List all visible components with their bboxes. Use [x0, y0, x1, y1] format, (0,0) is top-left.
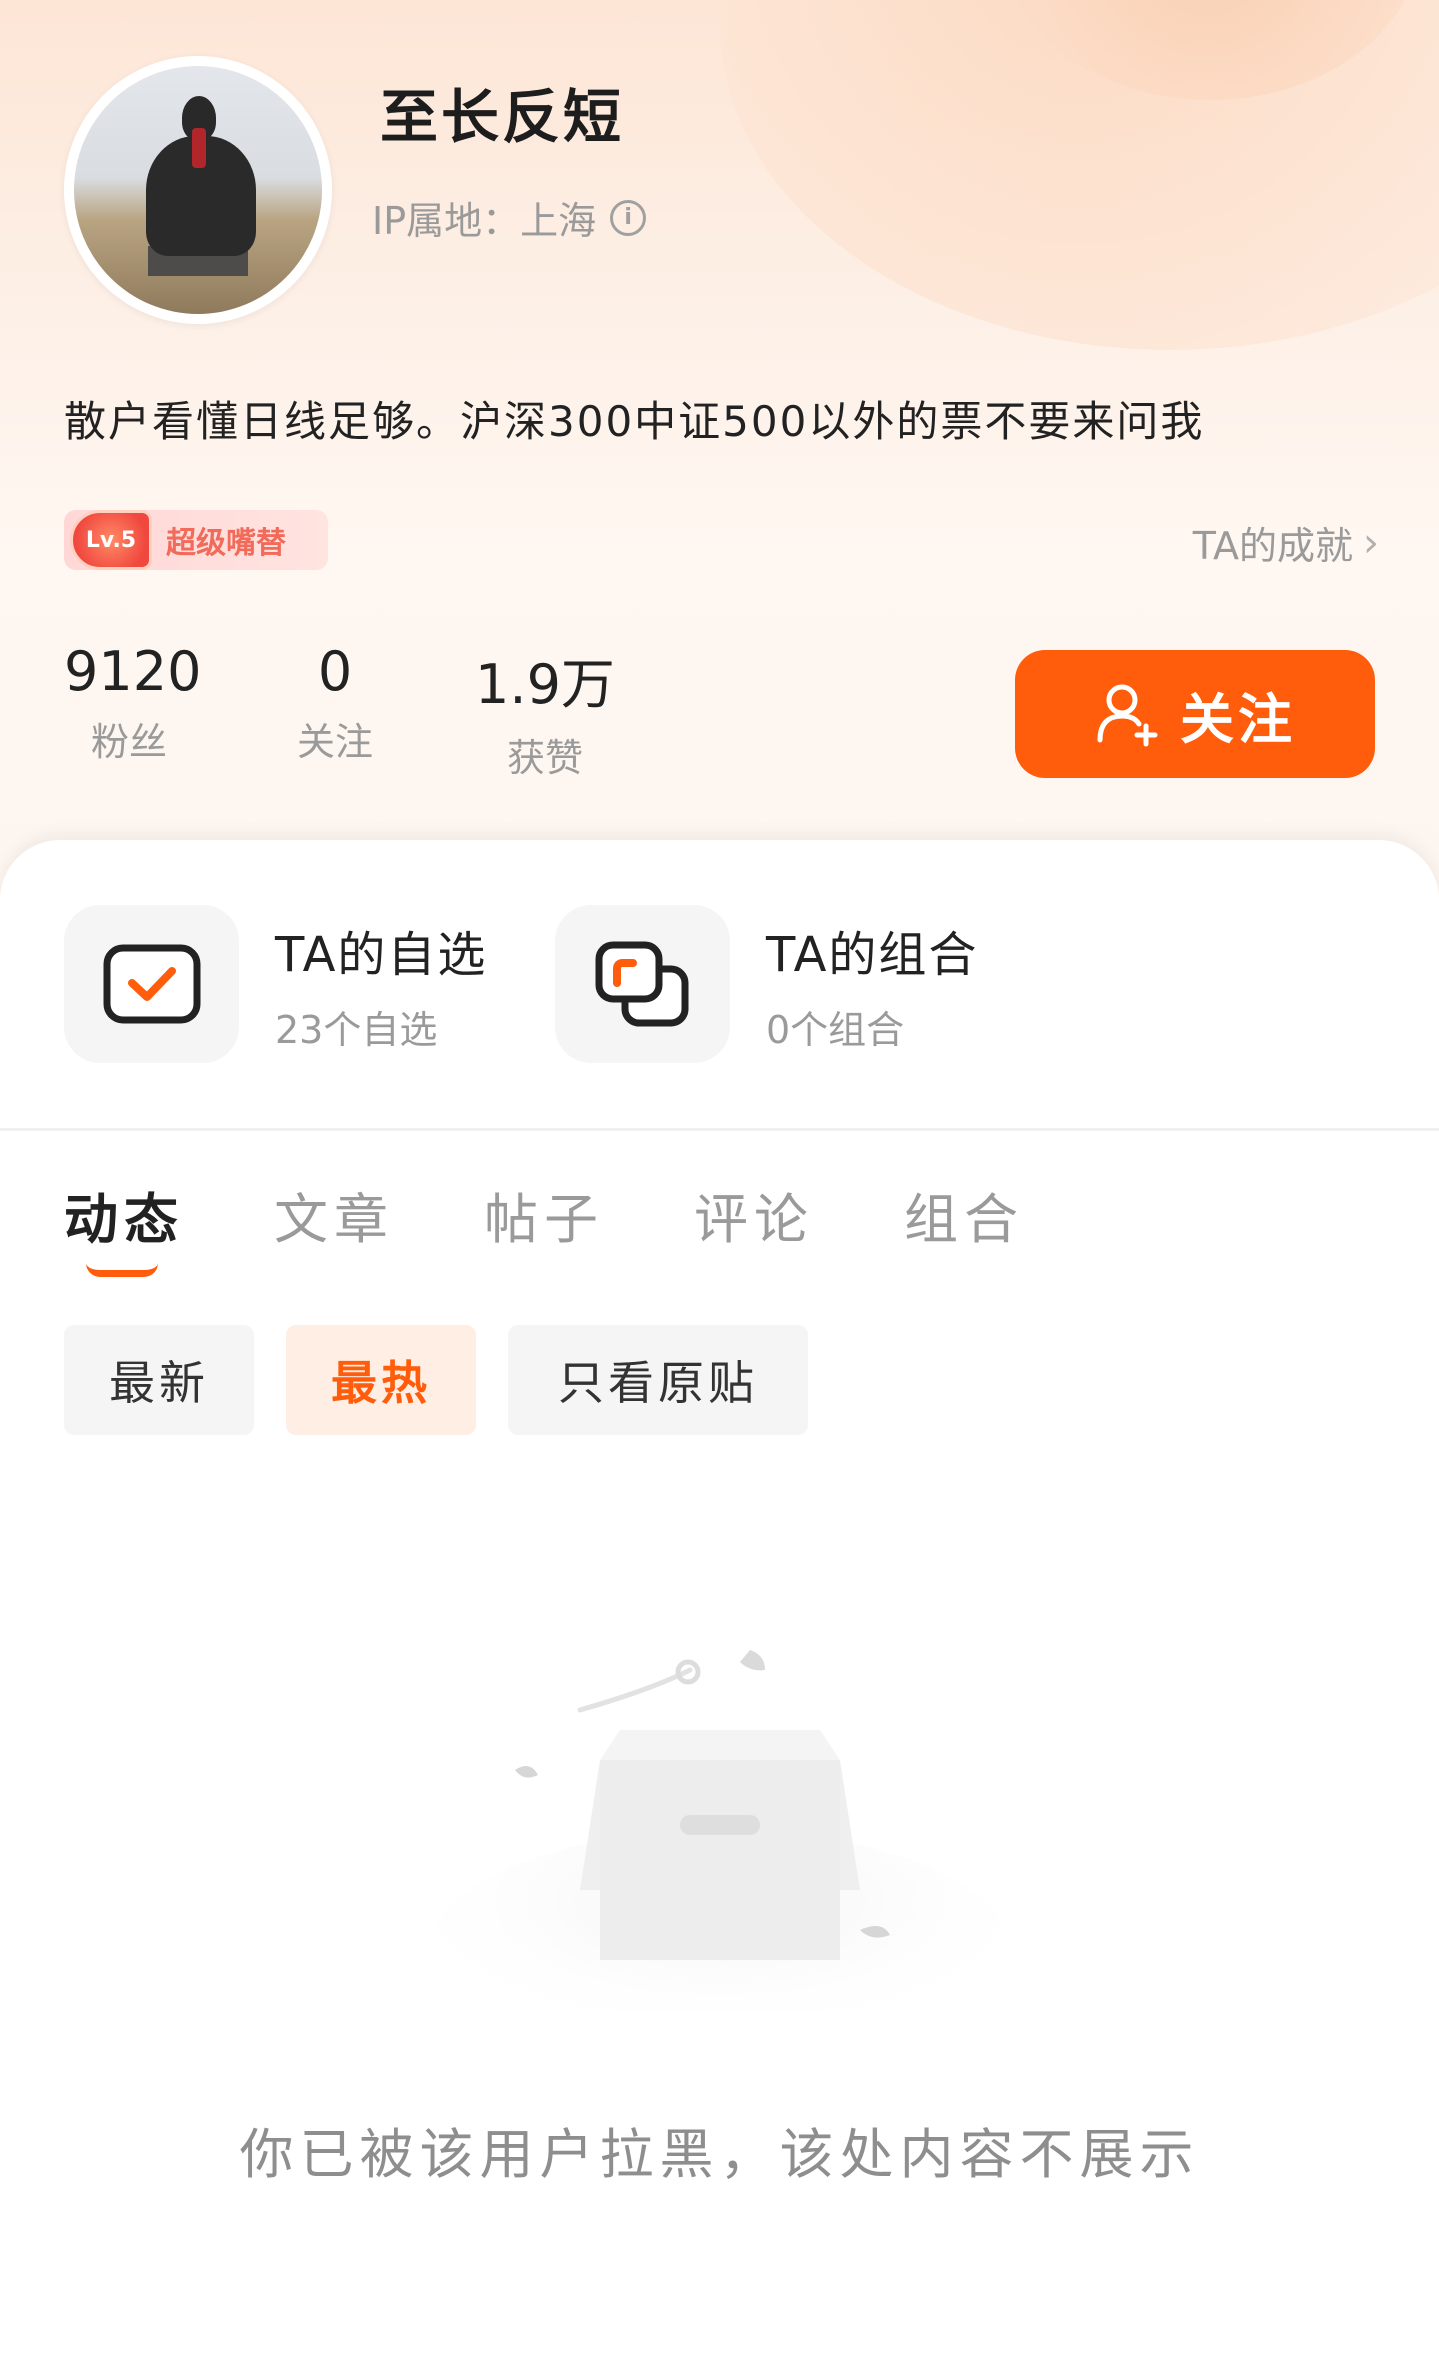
- empty-box-icon: [430, 1650, 1010, 2010]
- divider: [0, 1128, 1439, 1131]
- watchlist-count: 23个自选: [275, 1007, 438, 1052]
- chevron-right-icon: ›: [1363, 519, 1379, 566]
- portfolio-count: 0个组合: [766, 1007, 905, 1052]
- portfolio-icon: [555, 905, 730, 1063]
- follow-label: 关注: [1180, 689, 1296, 750]
- filter-latest[interactable]: 最新: [64, 1325, 254, 1435]
- level-icon: Lv.5: [70, 510, 152, 570]
- tab-comments[interactable]: 评论: [694, 1175, 814, 1254]
- empty-message: 你已被该用户拉黑，该处内容不展示: [239, 2123, 1200, 2186]
- stat-value: 9120: [64, 640, 202, 703]
- ip-location-row: IP属地：上海 i: [372, 190, 647, 245]
- ip-location: IP属地：上海: [372, 199, 597, 243]
- sort-filters: 最新 最热 只看原贴: [64, 1325, 808, 1435]
- achievement-link[interactable]: TA的成就 ›: [1193, 515, 1379, 570]
- add-user-icon: [1097, 684, 1158, 747]
- achievement-label: TA的成就: [1192, 524, 1353, 568]
- active-tab-indicator: [86, 1263, 158, 1277]
- watchlist-link[interactable]: TA的自选 23个自选: [64, 905, 487, 1063]
- level-badge[interactable]: Lv.5 超级嘴替: [64, 510, 328, 570]
- tab-label: 组合: [904, 1188, 1024, 1251]
- avatar-image: [74, 66, 322, 314]
- tab-articles[interactable]: 文章: [274, 1175, 394, 1254]
- avatar[interactable]: [64, 56, 332, 324]
- stat-label: 获赞: [506, 736, 583, 780]
- stat-followers[interactable]: 9120 粉丝: [64, 640, 202, 766]
- tab-dynamics[interactable]: 动态: [64, 1175, 184, 1277]
- filter-hottest[interactable]: 最热: [286, 1325, 476, 1435]
- follow-button[interactable]: 关注: [1015, 650, 1375, 778]
- tab-label: 评论: [694, 1188, 814, 1251]
- stat-value: 1.9万: [475, 653, 615, 716]
- info-icon[interactable]: i: [610, 199, 647, 236]
- stat-likes[interactable]: 1.9万 获赞: [470, 640, 620, 782]
- stat-following[interactable]: 0 关注: [280, 640, 390, 766]
- tab-label: 文章: [274, 1188, 394, 1251]
- watchlist-title: TA的自选: [275, 926, 488, 983]
- content-tabs: 动态 文章 帖子 评论 组合: [64, 1175, 1024, 1277]
- tab-portfolios[interactable]: 组合: [904, 1175, 1024, 1254]
- portfolio-link[interactable]: TA的组合 0个组合: [555, 905, 978, 1063]
- watchlist-icon: [64, 905, 239, 1063]
- portfolio-title: TA的组合: [766, 926, 979, 983]
- stat-label: 粉丝: [90, 720, 167, 764]
- bio: 散户看懂日线足够。沪深300中证500以外的票不要来问我: [64, 397, 1205, 446]
- tab-label: 动态: [64, 1188, 184, 1251]
- tab-posts[interactable]: 帖子: [484, 1175, 604, 1254]
- badge-title: 超级嘴替: [166, 526, 286, 561]
- filter-original-only[interactable]: 只看原贴: [508, 1325, 808, 1435]
- username: 至长反短: [380, 83, 625, 151]
- stat-label: 关注: [296, 720, 373, 764]
- tab-label: 帖子: [484, 1188, 604, 1251]
- stat-value: 0: [317, 640, 353, 703]
